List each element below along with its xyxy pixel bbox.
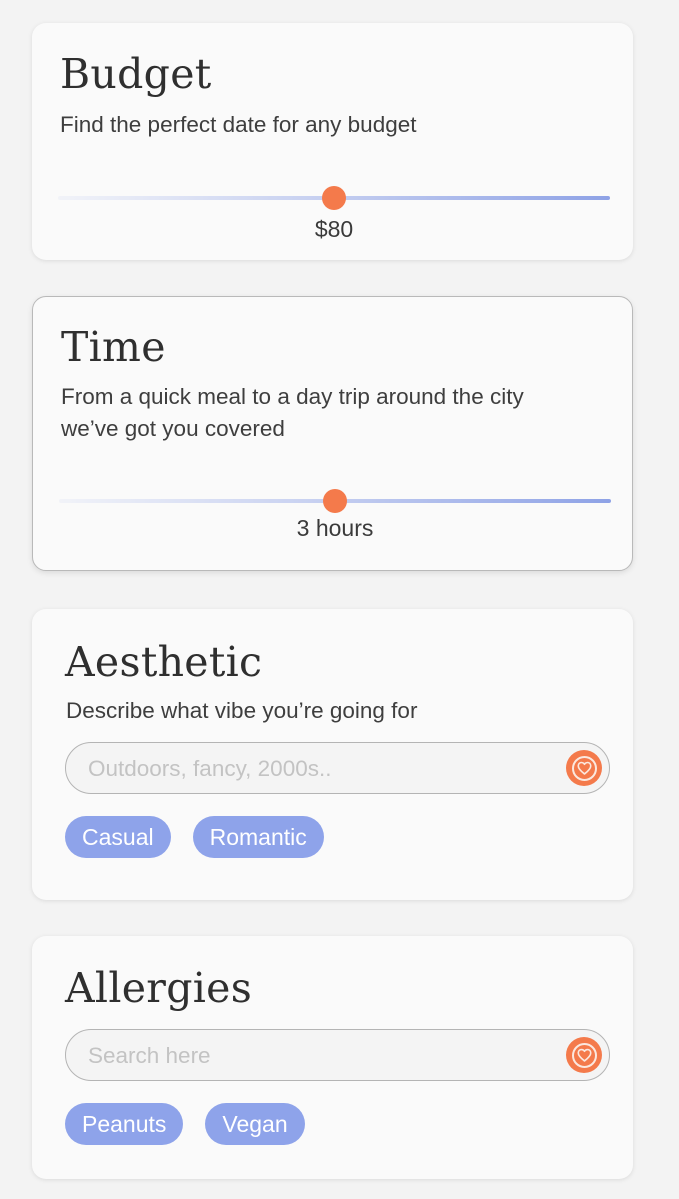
time-slider[interactable]: 3 hours bbox=[59, 489, 611, 541]
heart-icon bbox=[576, 761, 592, 775]
aesthetic-submit-button[interactable] bbox=[566, 750, 602, 786]
aesthetic-search-input[interactable] bbox=[86, 743, 550, 794]
budget-slider[interactable]: $80 bbox=[58, 186, 610, 242]
aesthetic-tags: Casual Romantic bbox=[65, 816, 324, 858]
aesthetic-tag-casual[interactable]: Casual bbox=[65, 816, 171, 858]
budget-slider-thumb[interactable] bbox=[322, 186, 346, 210]
time-subtitle-line-1: From a quick meal to a day trip around t… bbox=[61, 384, 524, 409]
budget-value-label: $80 bbox=[314, 216, 354, 242]
allergies-tag-vegan[interactable]: Vegan bbox=[205, 1103, 305, 1145]
aesthetic-tag-romantic[interactable]: Romantic bbox=[192, 816, 324, 858]
allergies-search-field[interactable] bbox=[65, 1029, 610, 1081]
aesthetic-card: Aesthetic Describe what vibe you’re goin… bbox=[32, 609, 633, 900]
time-value-label: 3 hours bbox=[296, 515, 374, 541]
allergies-tag-peanuts[interactable]: Peanuts bbox=[65, 1103, 184, 1145]
time-slider-thumb[interactable] bbox=[323, 489, 347, 513]
time-card: Time From a quick meal to a day trip aro… bbox=[32, 296, 633, 571]
allergies-submit-button[interactable] bbox=[566, 1037, 602, 1073]
time-subtitle: From a quick meal to a day trip around t… bbox=[61, 381, 612, 445]
budget-subtitle: Find the perfect date for any budget bbox=[60, 112, 417, 137]
aesthetic-search-field[interactable] bbox=[65, 742, 610, 794]
time-subtitle-line-2: we’ve got you covered bbox=[61, 416, 285, 441]
budget-title: Budget bbox=[60, 50, 212, 98]
aesthetic-title: Aesthetic bbox=[65, 638, 263, 686]
aesthetic-subtitle: Describe what vibe you’re going for bbox=[66, 698, 418, 723]
allergies-tags: Peanuts Vegan bbox=[65, 1103, 305, 1145]
budget-card: Budget Find the perfect date for any bud… bbox=[32, 23, 633, 260]
allergies-search-input[interactable] bbox=[86, 1030, 550, 1081]
allergies-card: Allergies Peanuts Vegan bbox=[32, 936, 633, 1179]
heart-icon bbox=[576, 1048, 592, 1062]
allergies-title: Allergies bbox=[65, 964, 253, 1012]
time-title: Time bbox=[61, 323, 166, 371]
